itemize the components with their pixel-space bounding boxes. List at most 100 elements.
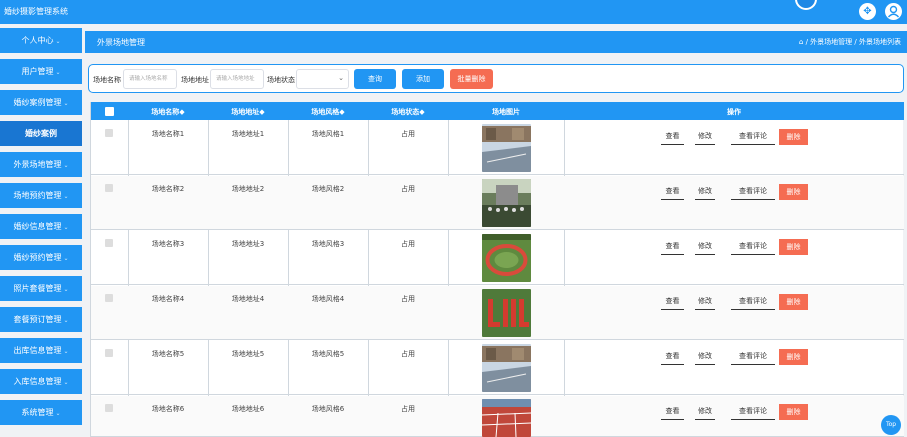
- cell-name: 场地名称6: [151, 405, 185, 413]
- query-button[interactable]: 查询: [354, 69, 396, 89]
- col-venue-address[interactable]: 场地地址◆: [208, 107, 288, 117]
- add-button[interactable]: 添加: [402, 69, 444, 89]
- cell-status: 占用: [401, 350, 415, 358]
- venue-name-label: 场地名称: [93, 76, 121, 84]
- sidebar-item-wedding-case[interactable]: 婚纱案例: [0, 121, 82, 147]
- venue-address-label: 场地地址: [181, 76, 209, 84]
- user-icon[interactable]: [885, 3, 902, 20]
- col-venue-status[interactable]: 场地状态◆: [368, 107, 448, 117]
- chevron-down-icon: ⌄: [63, 162, 69, 169]
- home-icon[interactable]: ⌂: [799, 38, 803, 46]
- row-checkbox[interactable]: [105, 184, 113, 192]
- delete-button[interactable]: 删除: [779, 294, 808, 310]
- delete-button[interactable]: 删除: [779, 129, 808, 145]
- view-reviews-button[interactable]: 查看评论: [731, 294, 775, 310]
- row-checkbox[interactable]: [105, 349, 113, 357]
- cell-address: 场地地址1: [231, 130, 265, 138]
- cell-address: 场地地址3: [231, 240, 265, 248]
- col-venue-style[interactable]: 场地风格◆: [288, 107, 368, 117]
- chevron-down-icon: ⌄: [55, 69, 61, 76]
- search-panel: 场地名称 请输入场地名称 场地地址 请输入场地地址 场地状态 ⌄ 查询 添加 批…: [88, 64, 904, 93]
- venue-name-input[interactable]: 请输入场地名称: [123, 69, 177, 89]
- row-checkbox[interactable]: [105, 129, 113, 137]
- cell-address: 场地地址5: [231, 350, 265, 358]
- cell-name: 场地名称1: [151, 130, 185, 138]
- edit-button[interactable]: 修改: [695, 239, 715, 255]
- view-reviews-button[interactable]: 查看评论: [731, 349, 775, 365]
- venue-status-select[interactable]: ⌄: [296, 69, 349, 89]
- table-row: 场地名称2 场地地址2 场地风格2 占用 查看 修改 查看评论 删除: [91, 176, 904, 230]
- top-bar: 婚纱摄影管理系统 ✥: [0, 0, 907, 24]
- app-title: 婚纱摄影管理系统: [4, 7, 68, 16]
- table-header: 场地名称◆ 场地地址◆ 场地风格◆ 场地状态◆ 场地图片 操作: [91, 102, 904, 120]
- sidebar-item-venue-booking[interactable]: 场地预约管理 ⌄: [0, 183, 82, 209]
- cell-status: 占用: [401, 240, 415, 248]
- col-venue-name[interactable]: 场地名称◆: [128, 107, 208, 117]
- chevron-down-icon: ⌄: [63, 224, 69, 231]
- sidebar-item-inbound[interactable]: 入库信息管理 ⌄: [0, 369, 82, 395]
- view-button[interactable]: 查看: [661, 404, 684, 420]
- back-to-top-button[interactable]: Top: [881, 415, 901, 435]
- delete-button[interactable]: 删除: [779, 239, 808, 255]
- chevron-down-icon: ⌄: [63, 317, 69, 324]
- venue-photo[interactable]: [482, 179, 531, 227]
- row-checkbox[interactable]: [105, 404, 113, 412]
- cell-address: 场地地址4: [231, 295, 265, 303]
- row-checkbox[interactable]: [105, 294, 113, 302]
- edit-button[interactable]: 修改: [695, 129, 715, 145]
- expand-icon[interactable]: ✥: [859, 3, 876, 20]
- table-row: 场地名称6 场地地址6 场地风格6 占用 查看 修改 查看评论 删除: [91, 396, 904, 437]
- row-checkbox[interactable]: [105, 239, 113, 247]
- view-reviews-button[interactable]: 查看评论: [731, 239, 775, 255]
- select-all-checkbox[interactable]: [105, 107, 114, 116]
- view-reviews-button[interactable]: 查看评论: [731, 184, 775, 200]
- sidebar-item-package-orders[interactable]: 套餐预订管理 ⌄: [0, 307, 82, 333]
- chevron-down-icon: ⌄: [63, 193, 69, 200]
- cell-address: 场地地址2: [231, 185, 265, 193]
- decorative-circle: [795, 0, 817, 10]
- view-button[interactable]: 查看: [661, 349, 684, 365]
- edit-button[interactable]: 修改: [695, 184, 715, 200]
- table-row: 场地名称1 场地地址1 场地风格1 占用 查看 修改 查看评论 删除: [91, 121, 904, 175]
- sidebar-item-outbound[interactable]: 出库信息管理 ⌄: [0, 338, 82, 364]
- cell-name: 场地名称3: [151, 240, 185, 248]
- edit-button[interactable]: 修改: [695, 349, 715, 365]
- sidebar-item-outdoor-venues[interactable]: 外景场地管理 ⌄: [0, 152, 82, 178]
- sidebar-item-users[interactable]: 用户管理 ⌄: [0, 59, 82, 85]
- view-button[interactable]: 查看: [661, 184, 684, 200]
- sidebar-item-photo-packages[interactable]: 照片套餐管理 ⌄: [0, 276, 82, 302]
- chevron-down-icon: ⌄: [63, 286, 69, 293]
- view-reviews-button[interactable]: 查看评论: [731, 404, 775, 420]
- sidebar-item-dress-info[interactable]: 婚纱信息管理 ⌄: [0, 214, 82, 240]
- delete-button[interactable]: 删除: [779, 184, 808, 200]
- cell-style: 场地风格5: [311, 350, 345, 358]
- venue-photo[interactable]: [482, 124, 531, 172]
- sidebar-item-personal-center[interactable]: 个人中心 ⌄: [0, 28, 82, 54]
- view-reviews-button[interactable]: 查看评论: [731, 129, 775, 145]
- venue-photo[interactable]: [482, 289, 531, 337]
- sidebar-item-wedding-cases[interactable]: 婚纱案例管理 ⌄: [0, 90, 82, 116]
- cell-name: 场地名称2: [151, 185, 185, 193]
- view-button[interactable]: 查看: [661, 239, 684, 255]
- cell-style: 场地风格1: [311, 130, 345, 138]
- view-button[interactable]: 查看: [661, 294, 684, 310]
- cell-style: 场地风格2: [311, 185, 345, 193]
- delete-button[interactable]: 删除: [779, 349, 808, 365]
- venue-photo[interactable]: [482, 234, 531, 282]
- cell-status: 占用: [401, 185, 415, 193]
- col-venue-photo: 场地图片: [492, 108, 520, 116]
- view-button[interactable]: 查看: [661, 129, 684, 145]
- sidebar-item-system[interactable]: 系统管理 ⌄: [0, 400, 82, 426]
- chevron-down-icon: ⌄: [63, 255, 69, 262]
- chevron-down-icon: ⌄: [55, 410, 61, 417]
- edit-button[interactable]: 修改: [695, 294, 715, 310]
- venue-status-label: 场地状态: [267, 76, 295, 84]
- venue-photo[interactable]: [482, 399, 531, 437]
- edit-button[interactable]: 修改: [695, 404, 715, 420]
- venue-photo[interactable]: [482, 344, 531, 392]
- sidebar-item-dress-booking[interactable]: 婚纱预约管理 ⌄: [0, 245, 82, 271]
- delete-button[interactable]: 删除: [779, 404, 808, 420]
- batch-delete-button[interactable]: 批量删除: [450, 69, 493, 89]
- venue-address-input[interactable]: 请输入场地地址: [210, 69, 264, 89]
- chevron-down-icon: ⌄: [63, 379, 69, 386]
